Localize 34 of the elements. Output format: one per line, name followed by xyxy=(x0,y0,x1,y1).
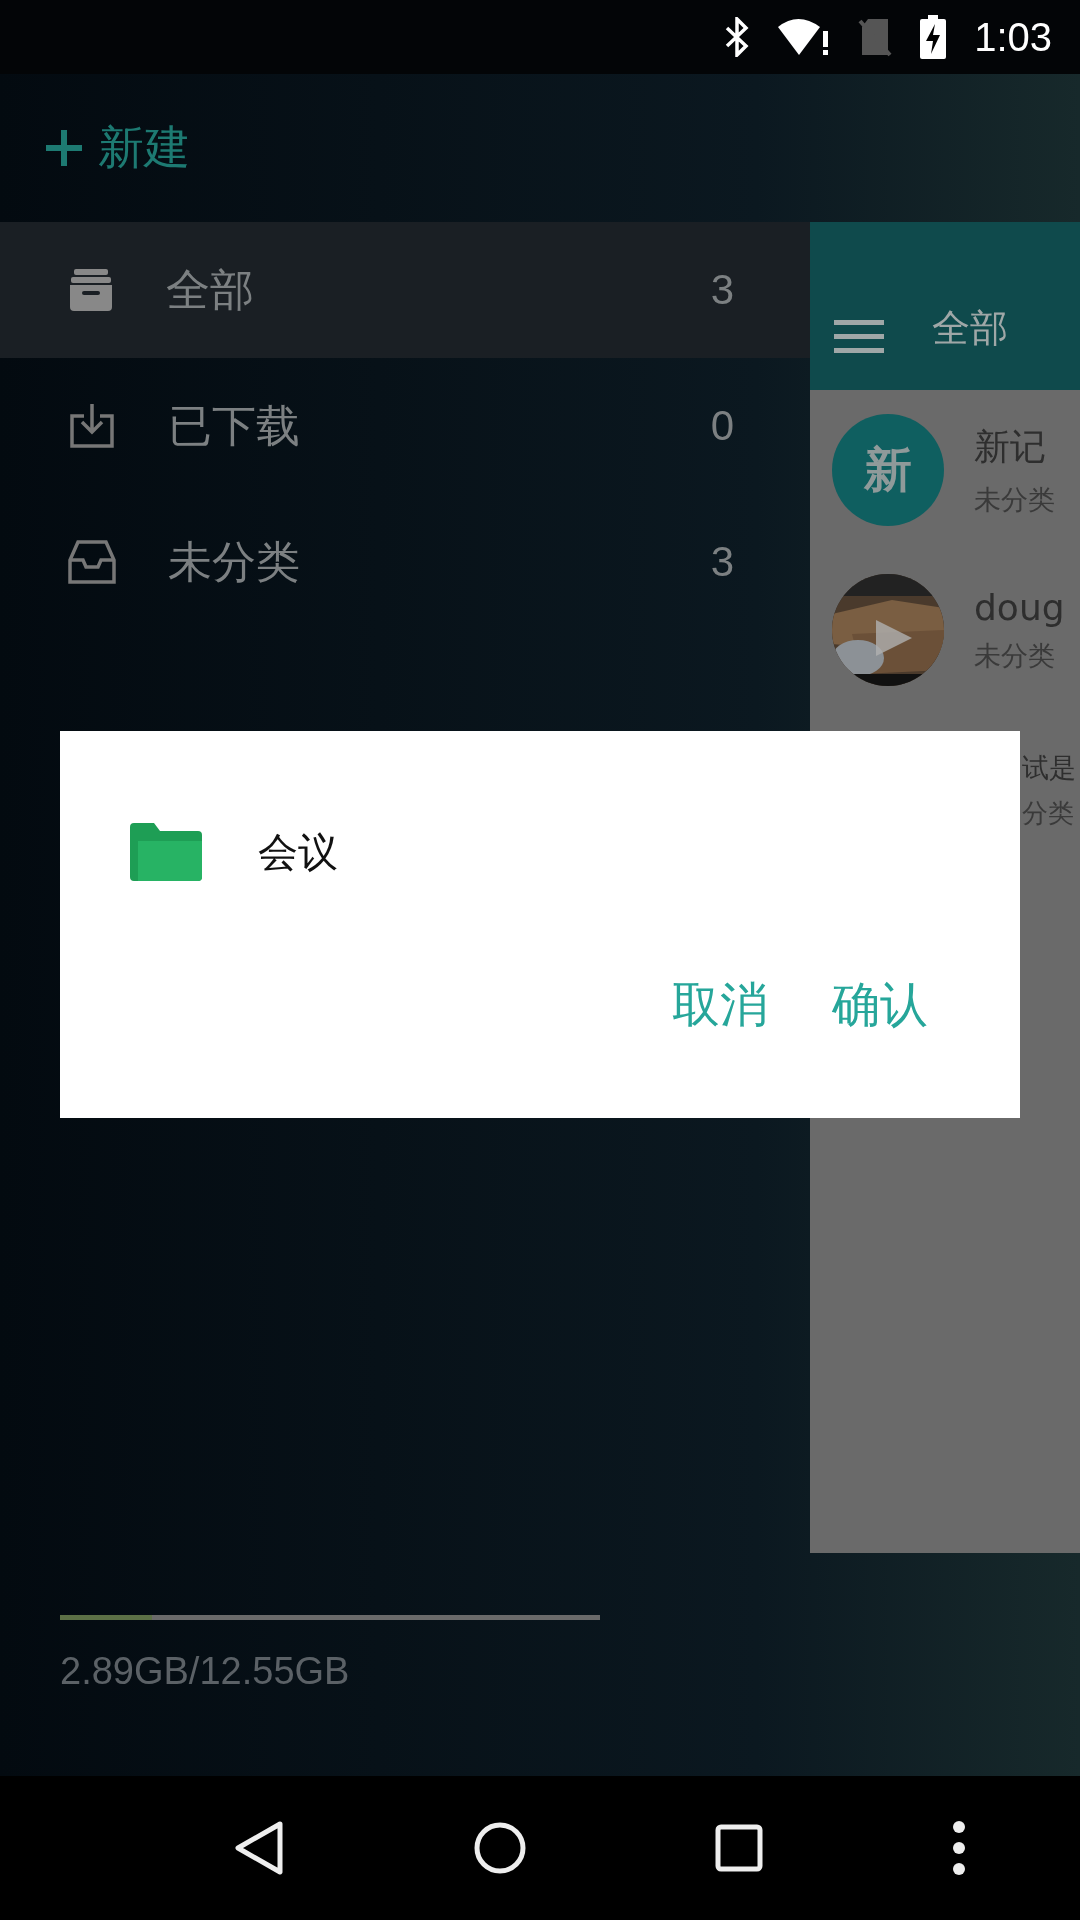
storage-usage: 2.89GB/12.55GB xyxy=(60,1650,351,1693)
drawer-item-label: 未分类 xyxy=(168,534,301,589)
note-title: 试是 xyxy=(1022,750,1076,785)
new-button[interactable]: 新建 xyxy=(44,117,190,179)
home-icon[interactable] xyxy=(472,1821,527,1875)
drawer-item-label: 全部 xyxy=(166,262,255,317)
drawer-item-label: 已下载 xyxy=(168,398,301,453)
folder-name: 会议 xyxy=(258,827,338,877)
dialog-button[interactable]: 取消 xyxy=(672,973,768,1037)
letter-avatar: 新 xyxy=(832,414,944,526)
folder-icon xyxy=(130,823,202,881)
plus-icon xyxy=(44,128,84,168)
bluetooth-icon xyxy=(724,17,751,57)
note-title: 新记 xyxy=(974,424,1047,469)
download-icon xyxy=(68,402,116,450)
back-icon[interactable] xyxy=(234,1820,285,1876)
no-sim-icon xyxy=(858,17,893,57)
clock-time: 1:03 xyxy=(974,14,1052,60)
toolbar-title: 全部 xyxy=(932,305,1008,352)
drawer-item[interactable]: 未分类 3 xyxy=(0,494,810,630)
archive-icon xyxy=(68,267,114,313)
menu-icon xyxy=(834,320,884,354)
note-title: doug xyxy=(974,586,1065,628)
inbox-icon xyxy=(68,539,116,585)
battery-charging-icon xyxy=(920,15,947,59)
item-count: 0 xyxy=(710,402,734,450)
drawer-item[interactable]: 全部 3 xyxy=(0,222,810,358)
item-count: 3 xyxy=(710,266,734,314)
drawer-item[interactable]: 已下载 0 xyxy=(0,358,810,494)
more-icon[interactable] xyxy=(951,1820,966,1876)
dialog-button[interactable]: 确认 xyxy=(832,973,928,1037)
item-count: 3 xyxy=(710,538,734,586)
recents-icon[interactable] xyxy=(715,1824,764,1872)
wifi-alert-icon xyxy=(778,17,831,57)
